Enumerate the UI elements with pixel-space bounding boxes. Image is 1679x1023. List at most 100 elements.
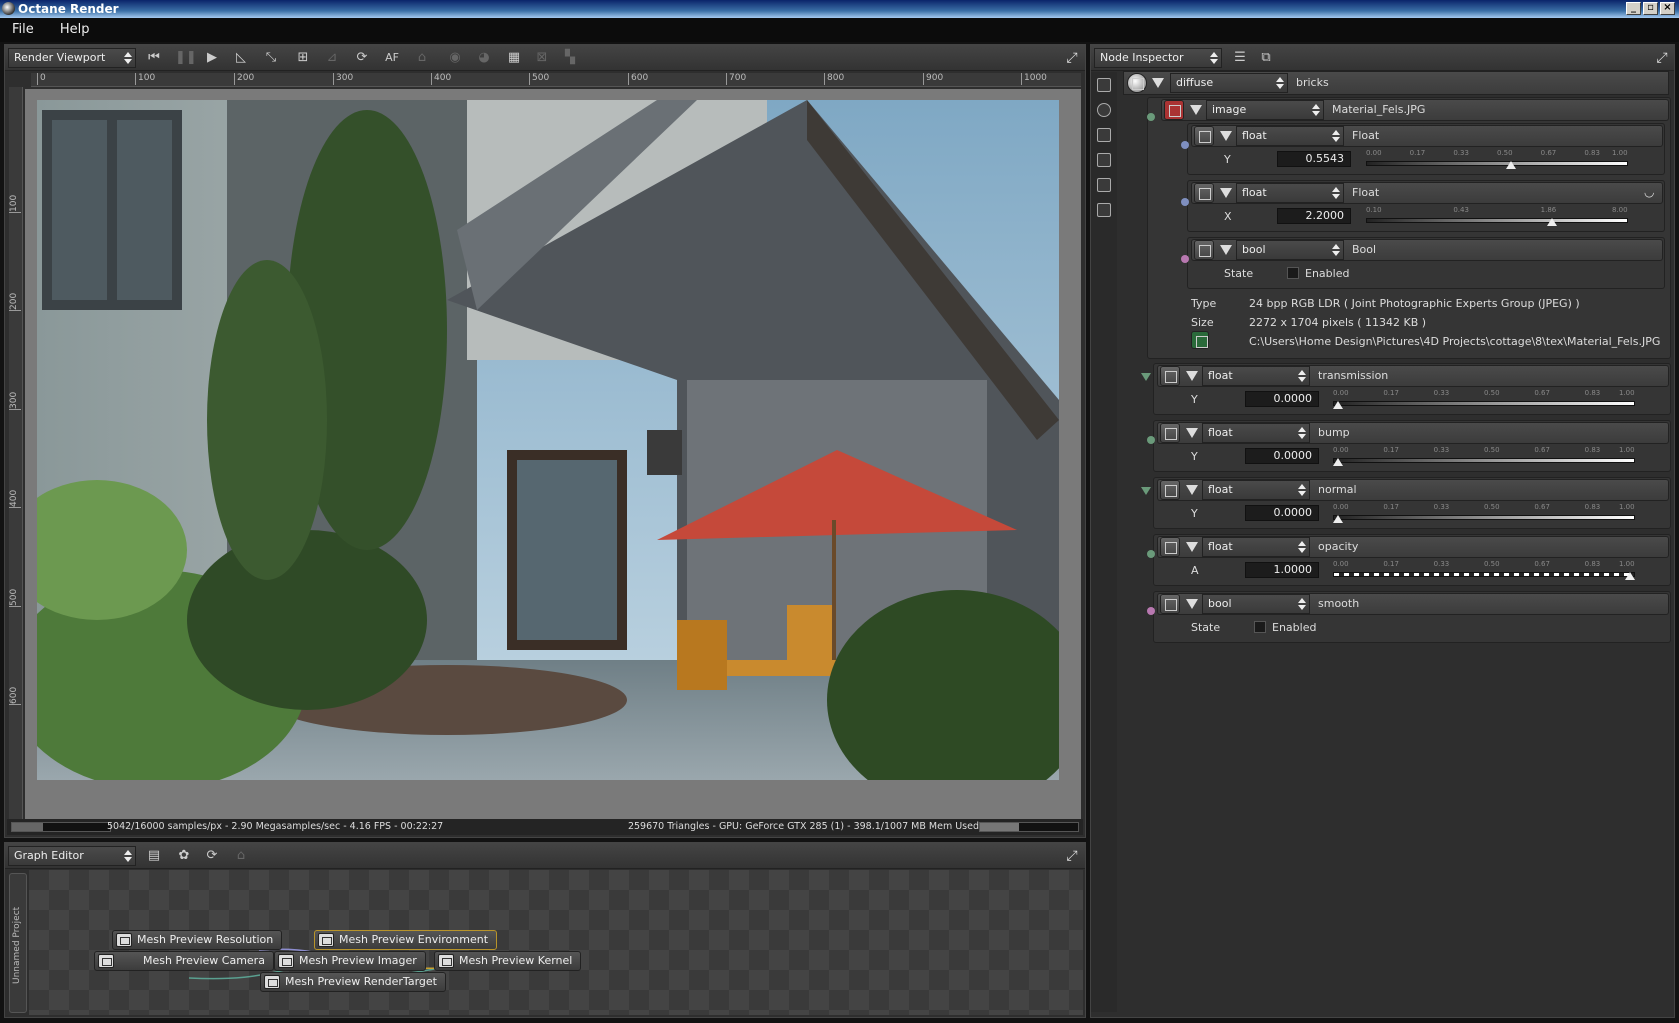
smooth-checkbox[interactable] xyxy=(1254,621,1266,633)
normal-value-field[interactable]: 0.0000 xyxy=(1245,505,1319,521)
region-render-icon[interactable]: ◉ xyxy=(446,49,464,67)
auto-focus-disabled-icon[interactable]: ⊿ xyxy=(323,49,341,67)
node-type-selector[interactable]: float xyxy=(1202,480,1310,500)
node-type-selector[interactable]: bool xyxy=(1236,240,1344,260)
film-region-icon[interactable]: ◕ xyxy=(475,49,493,67)
node-type-selector[interactable]: bool xyxy=(1202,594,1310,614)
recenter-icon[interactable]: ⤡ xyxy=(262,49,280,67)
node-type-selector[interactable]: float xyxy=(1236,126,1344,146)
input-pin-icon[interactable] xyxy=(1141,373,1151,381)
new-node-icon[interactable]: ✿ xyxy=(175,847,193,865)
graph-node-kernel[interactable]: Mesh Preview Kernel xyxy=(434,951,582,971)
expand-all-icon[interactable]: ⧉ xyxy=(1257,49,1275,67)
reset-graph-icon[interactable]: ⟳ xyxy=(203,847,221,865)
load-graph-icon[interactable]: ▤ xyxy=(145,847,163,865)
collapse-triangle-icon[interactable] xyxy=(1220,188,1232,198)
transmission-value-field[interactable]: 0.0000 xyxy=(1245,391,1319,407)
slider-knob[interactable] xyxy=(1625,572,1635,580)
node-smooth-header: bool smooth xyxy=(1157,593,1669,615)
input-pin-icon[interactable] xyxy=(1181,255,1189,263)
collapse-all-icon[interactable]: ☰ xyxy=(1231,49,1249,67)
clay-mode-icon[interactable]: ▚ xyxy=(561,49,579,67)
lock-resolution-icon[interactable]: ⊠ xyxy=(533,49,551,67)
refresh-icon[interactable]: ⟳ xyxy=(353,49,371,67)
transmission-slider[interactable]: 0.00 0.17 0.33 0.50 0.67 0.83 1.00 xyxy=(1333,389,1635,409)
collapse-triangle-icon[interactable] xyxy=(1186,428,1198,438)
input-pin-icon[interactable] xyxy=(1181,141,1189,149)
bool1-checkbox[interactable] xyxy=(1287,267,1299,279)
opacity-value-field[interactable]: 1.0000 xyxy=(1245,562,1319,578)
viewport-selector[interactable]: Render Viewport xyxy=(8,48,136,68)
maximize-panel-icon[interactable]: ⤢ xyxy=(1063,49,1081,67)
float1-slider[interactable]: 0.00 0.17 0.33 0.50 0.67 0.83 1.00 xyxy=(1366,149,1628,169)
float2-value-field[interactable]: 2.2000 xyxy=(1277,208,1351,224)
node-type-selector[interactable]: diffuse xyxy=(1170,73,1288,93)
project-tab[interactable]: Unnamed Project xyxy=(9,873,27,1013)
grid-toggle-icon[interactable]: ▦ xyxy=(505,49,523,67)
slider-knob[interactable] xyxy=(1333,515,1343,523)
collapse-triangle-icon[interactable] xyxy=(1220,131,1232,141)
load-file-icon[interactable] xyxy=(1191,331,1209,349)
camera-mode-icon[interactable]: ◺ xyxy=(232,49,250,67)
graph-node-rendertarget[interactable]: Mesh Preview RenderTarget xyxy=(260,972,446,992)
node-type-selector[interactable]: float xyxy=(1202,423,1310,443)
node-type-selector[interactable]: float xyxy=(1202,366,1310,386)
float2-slider[interactable]: 0.10 0.43 1.86 8.00 xyxy=(1366,206,1628,226)
bump-value-field[interactable]: 0.0000 xyxy=(1245,448,1319,464)
imager-icon[interactable] xyxy=(1097,178,1111,192)
collapse-triangle-icon[interactable] xyxy=(1186,542,1198,552)
arrange-nodes-icon[interactable]: ⌂ xyxy=(232,847,250,865)
collapse-triangle-icon[interactable] xyxy=(1190,105,1202,115)
slider-knob[interactable] xyxy=(1505,161,1516,169)
maximize-icon[interactable]: ▫ xyxy=(1643,2,1658,15)
play-icon[interactable]: ▶ xyxy=(203,49,221,67)
close-icon[interactable]: × xyxy=(1660,2,1675,15)
graph-editor-selector[interactable]: Graph Editor xyxy=(8,846,136,866)
curve-icon[interactable]: ◡ xyxy=(1644,185,1654,199)
kernel-icon[interactable] xyxy=(1097,203,1111,217)
collapse-triangle-icon[interactable] xyxy=(1186,371,1198,381)
render-target-icon[interactable] xyxy=(1097,78,1111,92)
pick-focus-icon[interactable]: ⊞ xyxy=(294,49,312,67)
menu-help[interactable]: Help xyxy=(48,18,100,37)
camera-icon[interactable] xyxy=(1097,103,1111,117)
render-canvas-area[interactable] xyxy=(25,89,1081,824)
material-picker-icon[interactable]: ⌂ xyxy=(413,49,431,67)
menu-file[interactable]: File xyxy=(0,18,44,37)
node-type-selector[interactable]: float xyxy=(1236,183,1344,203)
collapse-triangle-icon[interactable] xyxy=(1186,599,1198,609)
slider-knob[interactable] xyxy=(1333,458,1343,466)
mesh-icon[interactable] xyxy=(1097,153,1111,167)
normal-slider[interactable]: 0.00 0.17 0.33 0.50 0.67 0.83 1.00 xyxy=(1333,503,1635,523)
collapse-triangle-icon[interactable] xyxy=(1186,485,1198,495)
rewind-icon[interactable]: ⏮ xyxy=(145,49,163,67)
graph-node-resolution[interactable]: Mesh Preview Resolution xyxy=(112,930,283,950)
graph-node-camera[interactable]: Mesh Preview Camera xyxy=(94,951,274,971)
minimize-icon[interactable]: _ xyxy=(1626,2,1641,15)
float1-value-field[interactable]: 0.5543 xyxy=(1277,151,1351,167)
bump-slider[interactable]: 0.00 0.17 0.33 0.50 0.67 0.83 1.00 xyxy=(1333,446,1635,466)
pause-icon[interactable]: ❚❚ xyxy=(175,49,197,67)
node-type-selector[interactable]: image xyxy=(1206,100,1324,120)
environment-icon[interactable] xyxy=(1097,128,1111,142)
input-pin-icon[interactable] xyxy=(1147,436,1155,444)
collapse-triangle-icon[interactable] xyxy=(1152,78,1164,88)
graph-node-environment[interactable]: Mesh Preview Environment xyxy=(314,930,498,950)
graph-canvas[interactable]: Mesh Preview Resolution Mesh Preview Env… xyxy=(29,870,1083,1015)
render-image[interactable] xyxy=(37,100,1059,780)
maximize-panel-icon[interactable]: ⤢ xyxy=(1653,49,1671,67)
slider-knob[interactable] xyxy=(1547,218,1558,226)
collapse-triangle-icon[interactable] xyxy=(1220,245,1232,255)
graph-node-imager[interactable]: Mesh Preview Imager xyxy=(274,951,426,971)
maximize-panel-icon[interactable]: ⤢ xyxy=(1063,847,1081,865)
slider-knob[interactable] xyxy=(1333,401,1343,409)
auto-focus-icon[interactable]: AF xyxy=(383,49,401,67)
input-pin-icon[interactable] xyxy=(1181,198,1189,206)
input-pin-icon[interactable] xyxy=(1147,607,1155,615)
input-pin-icon[interactable] xyxy=(1147,113,1155,121)
inspector-selector[interactable]: Node Inspector xyxy=(1094,48,1222,68)
input-pin-icon[interactable] xyxy=(1147,550,1155,558)
node-type-selector[interactable]: float xyxy=(1202,537,1310,557)
input-pin-icon[interactable] xyxy=(1141,487,1151,495)
opacity-slider[interactable]: 0.00 0.17 0.33 0.50 0.67 0.83 1.00 xyxy=(1333,560,1635,580)
